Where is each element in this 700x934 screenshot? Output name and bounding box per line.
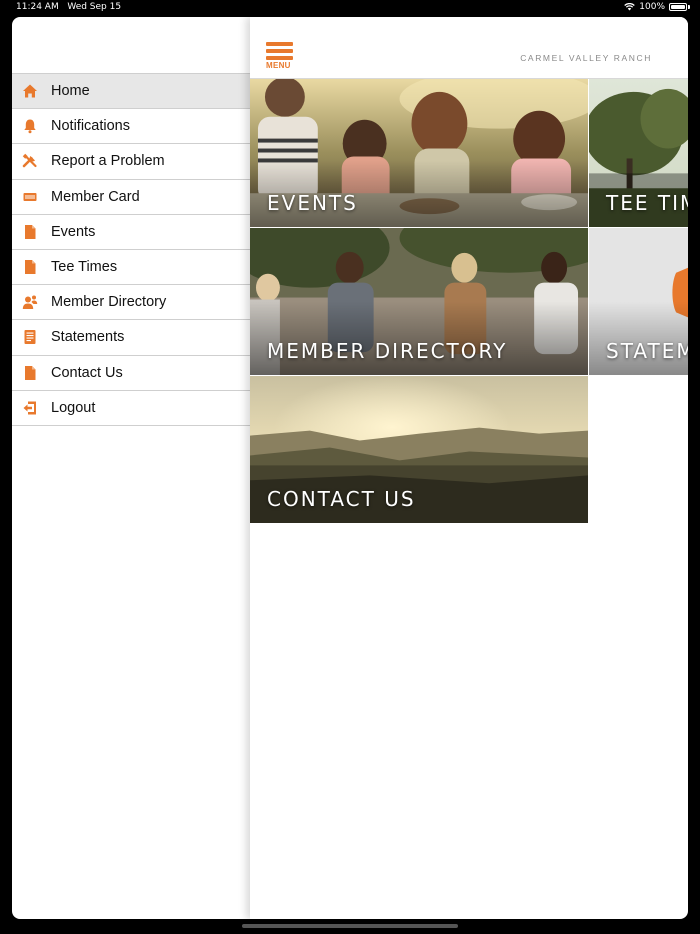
tile-statements[interactable]: STATEMENTS [589, 228, 688, 376]
hamburger-icon [266, 49, 293, 53]
sidebar-item-events[interactable]: Events [12, 215, 250, 250]
tile-grid: EVENTS TEE TIMES [250, 79, 688, 529]
tile-label: STATEMENTS [606, 339, 688, 363]
sidebar-item-label: Report a Problem [51, 153, 165, 170]
document-icon [22, 259, 38, 275]
tile-label: EVENTS [267, 191, 358, 215]
sidebar-item-tee-times[interactable]: Tee Times [12, 250, 250, 286]
sidebar-item-member-card[interactable]: Member Card [12, 180, 250, 215]
sidebar-item-contact-us[interactable]: Contact Us [12, 356, 250, 391]
tile-events[interactable]: EVENTS [250, 79, 589, 228]
sidebar-item-member-directory[interactable]: Member Directory [12, 285, 250, 321]
document-icon [22, 224, 38, 240]
tile-tee-times[interactable]: TEE TIMES [589, 79, 688, 228]
tile-contact-us[interactable]: CONTACT US [250, 376, 589, 524]
sidebar-item-home[interactable]: Home [12, 74, 250, 110]
battery-percent: 100% [639, 2, 665, 12]
sidebar-item-label: Statements [51, 329, 125, 346]
battery-cap [688, 5, 690, 9]
tile-label: CONTACT US [267, 487, 416, 511]
home-indicator[interactable] [242, 924, 458, 928]
sidebar-list: Home Notifications Report a Problem Memb… [12, 73, 250, 426]
battery-icon [669, 3, 687, 11]
status-clock: 11:24 AM [16, 2, 59, 12]
wifi-icon [624, 3, 636, 11]
statement-icon [22, 329, 38, 345]
sidebar-item-statements[interactable]: Statements [12, 320, 250, 356]
sidebar-item-notifications[interactable]: Notifications [12, 109, 250, 145]
sidebar-item-label: Events [51, 223, 96, 240]
tools-icon [22, 153, 38, 169]
sidebar-item-logout[interactable]: Logout [12, 391, 250, 426]
sidebar-item-label: Logout [51, 399, 96, 416]
hamburger-icon [266, 56, 293, 60]
menu-button[interactable]: MENU [266, 42, 296, 72]
brand-logo: CARMEL VALLEY RANCH [520, 53, 652, 63]
bell-icon [22, 118, 38, 134]
status-time: 11:24 AM Wed Sep 15 [16, 2, 121, 12]
sidebar-item-label: Member Card [51, 188, 140, 205]
status-date: Wed Sep 15 [67, 2, 122, 12]
status-bar: 11:24 AM Wed Sep 15 100% [0, 0, 700, 14]
main-content: MENU CARMEL VALLEY RANCH EVENTS TEE TI M… [250, 17, 688, 919]
tile-member-directory[interactable]: MEMBER DIRECTORY [250, 228, 589, 376]
hamburger-icon [266, 42, 293, 46]
menu-label: MENU [266, 61, 291, 70]
document-icon [22, 365, 38, 381]
status-indicators: 100% [624, 2, 690, 12]
sidebar-item-label: Home [51, 83, 90, 100]
tile-label: TEE TIMES [606, 191, 688, 215]
tile-label: MEMBER DIRECTORY [267, 339, 508, 363]
logout-icon [22, 400, 38, 416]
sidebar: Home Notifications Report a Problem Memb… [12, 17, 250, 919]
home-icon [22, 83, 38, 99]
sidebar-item-label: Member Directory [51, 294, 167, 311]
card-icon [22, 189, 38, 205]
people-icon [22, 294, 38, 310]
header: MENU CARMEL VALLEY RANCH [250, 17, 688, 79]
sidebar-item-label: Contact Us [51, 364, 123, 381]
sidebar-item-label: Notifications [51, 118, 130, 135]
sidebar-item-label: Tee Times [51, 259, 118, 276]
sidebar-item-report-a-problem[interactable]: Report a Problem [12, 144, 250, 180]
